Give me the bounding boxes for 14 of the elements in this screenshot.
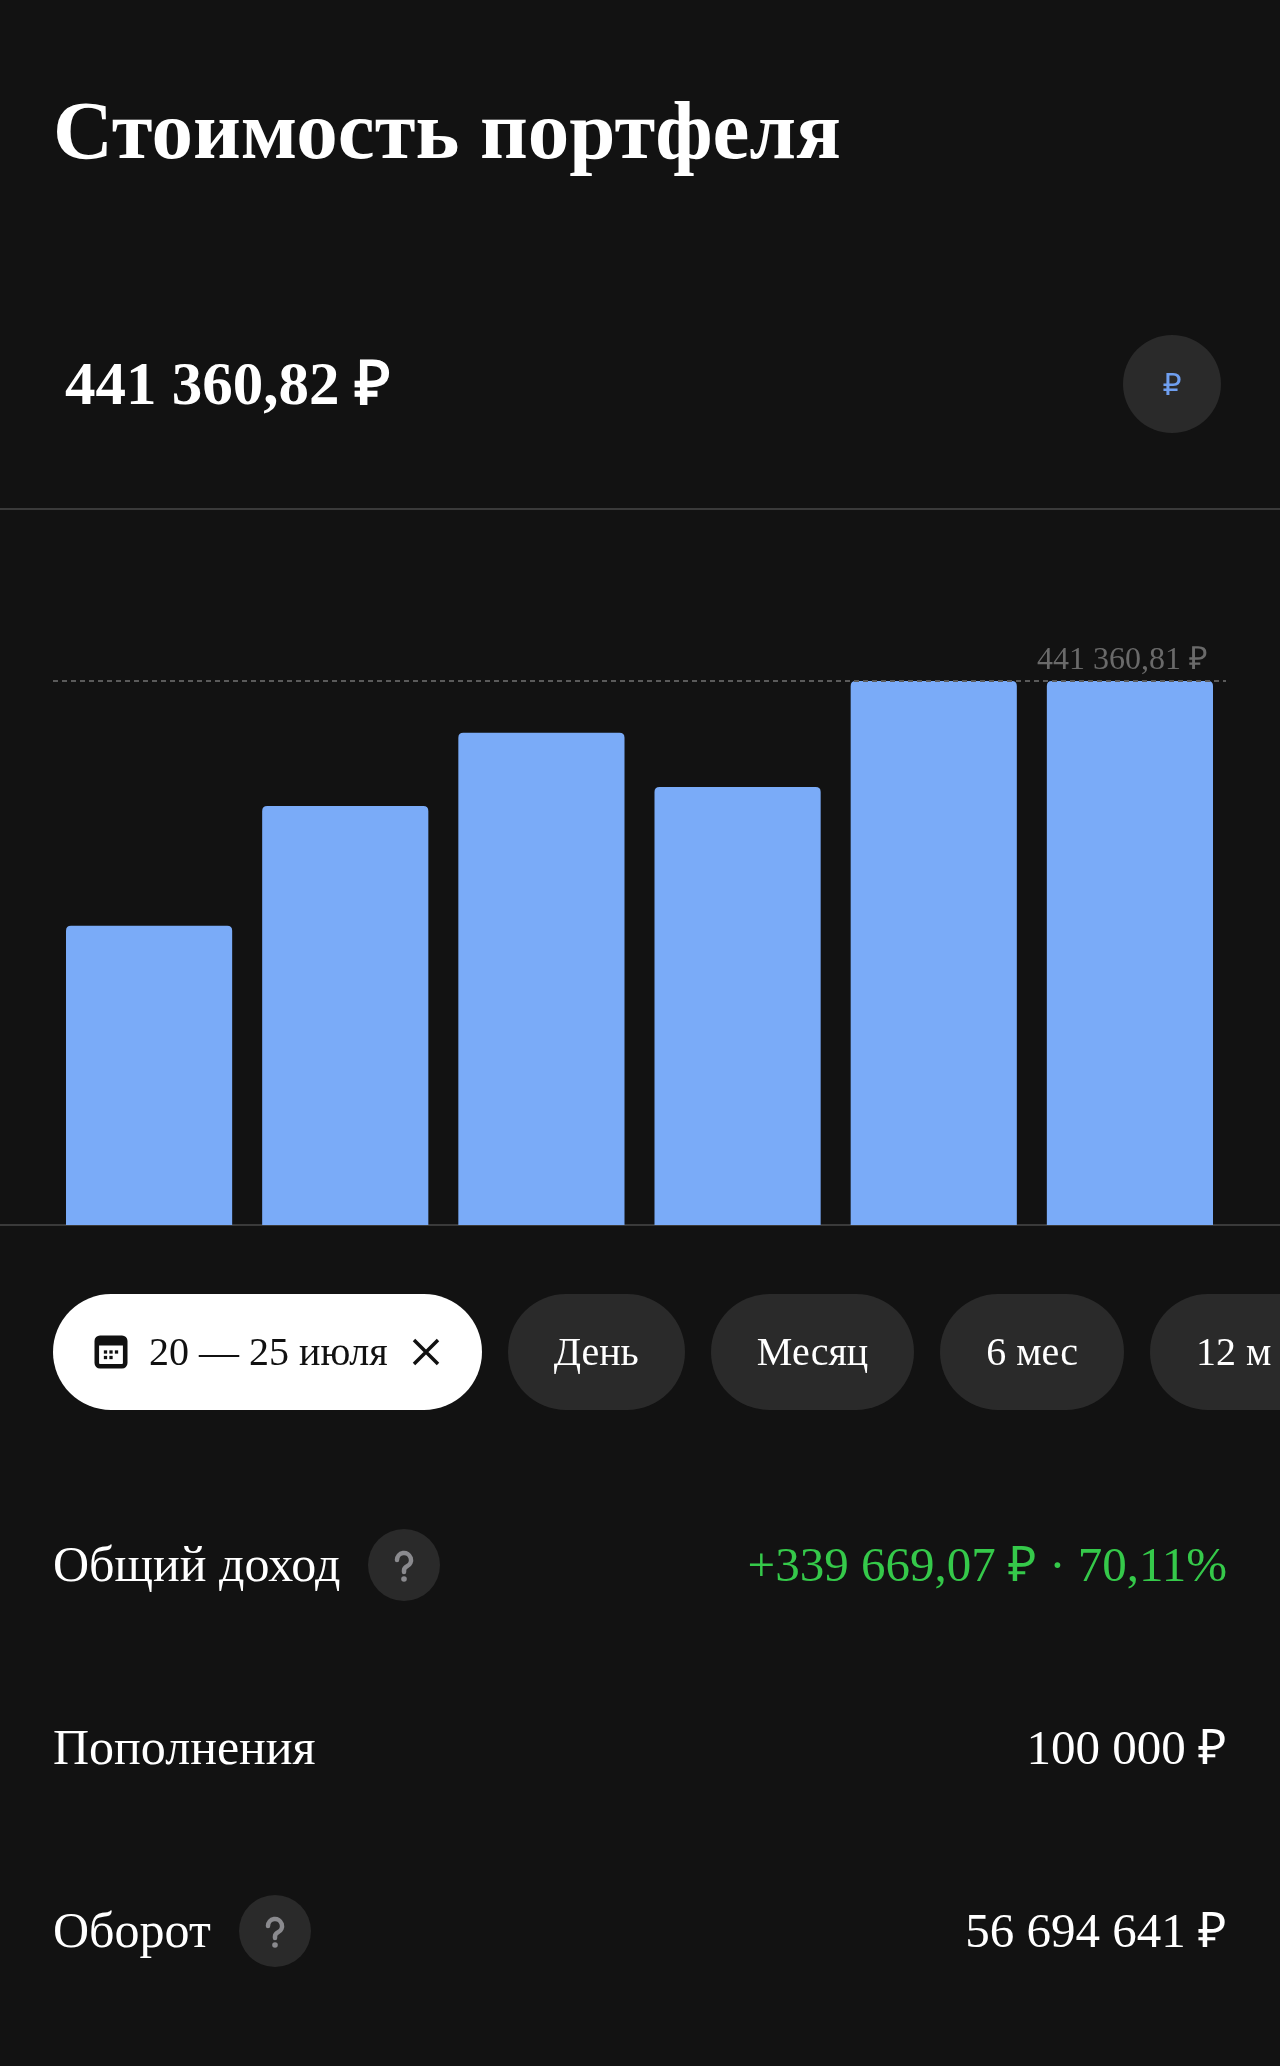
period-chip[interactable]: Месяц: [710, 1294, 915, 1410]
period-chip[interactable]: 6 мес: [940, 1294, 1125, 1410]
stat-value: 100 000 ₽: [1026, 1718, 1227, 1777]
currency-button[interactable]: ₽: [1123, 335, 1221, 433]
period-chip[interactable]: 20 — 25 июля: [53, 1294, 482, 1410]
stat-label: Оборот: [53, 1901, 211, 1960]
stat-label: Общий доход: [53, 1535, 341, 1594]
stat-label: Пополнения: [53, 1718, 316, 1777]
period-chip[interactable]: День: [507, 1294, 685, 1410]
max-value-label: 441 360,81 ₽: [1037, 640, 1208, 676]
stat-value: 56 694 641 ₽: [965, 1901, 1227, 1960]
period-chip[interactable]: 12 м: [1150, 1294, 1280, 1410]
portfolio-value: 441 360,82 ₽: [65, 349, 391, 420]
stat-value: +339 669,07 ₽ · 70,11%: [747, 1535, 1227, 1594]
